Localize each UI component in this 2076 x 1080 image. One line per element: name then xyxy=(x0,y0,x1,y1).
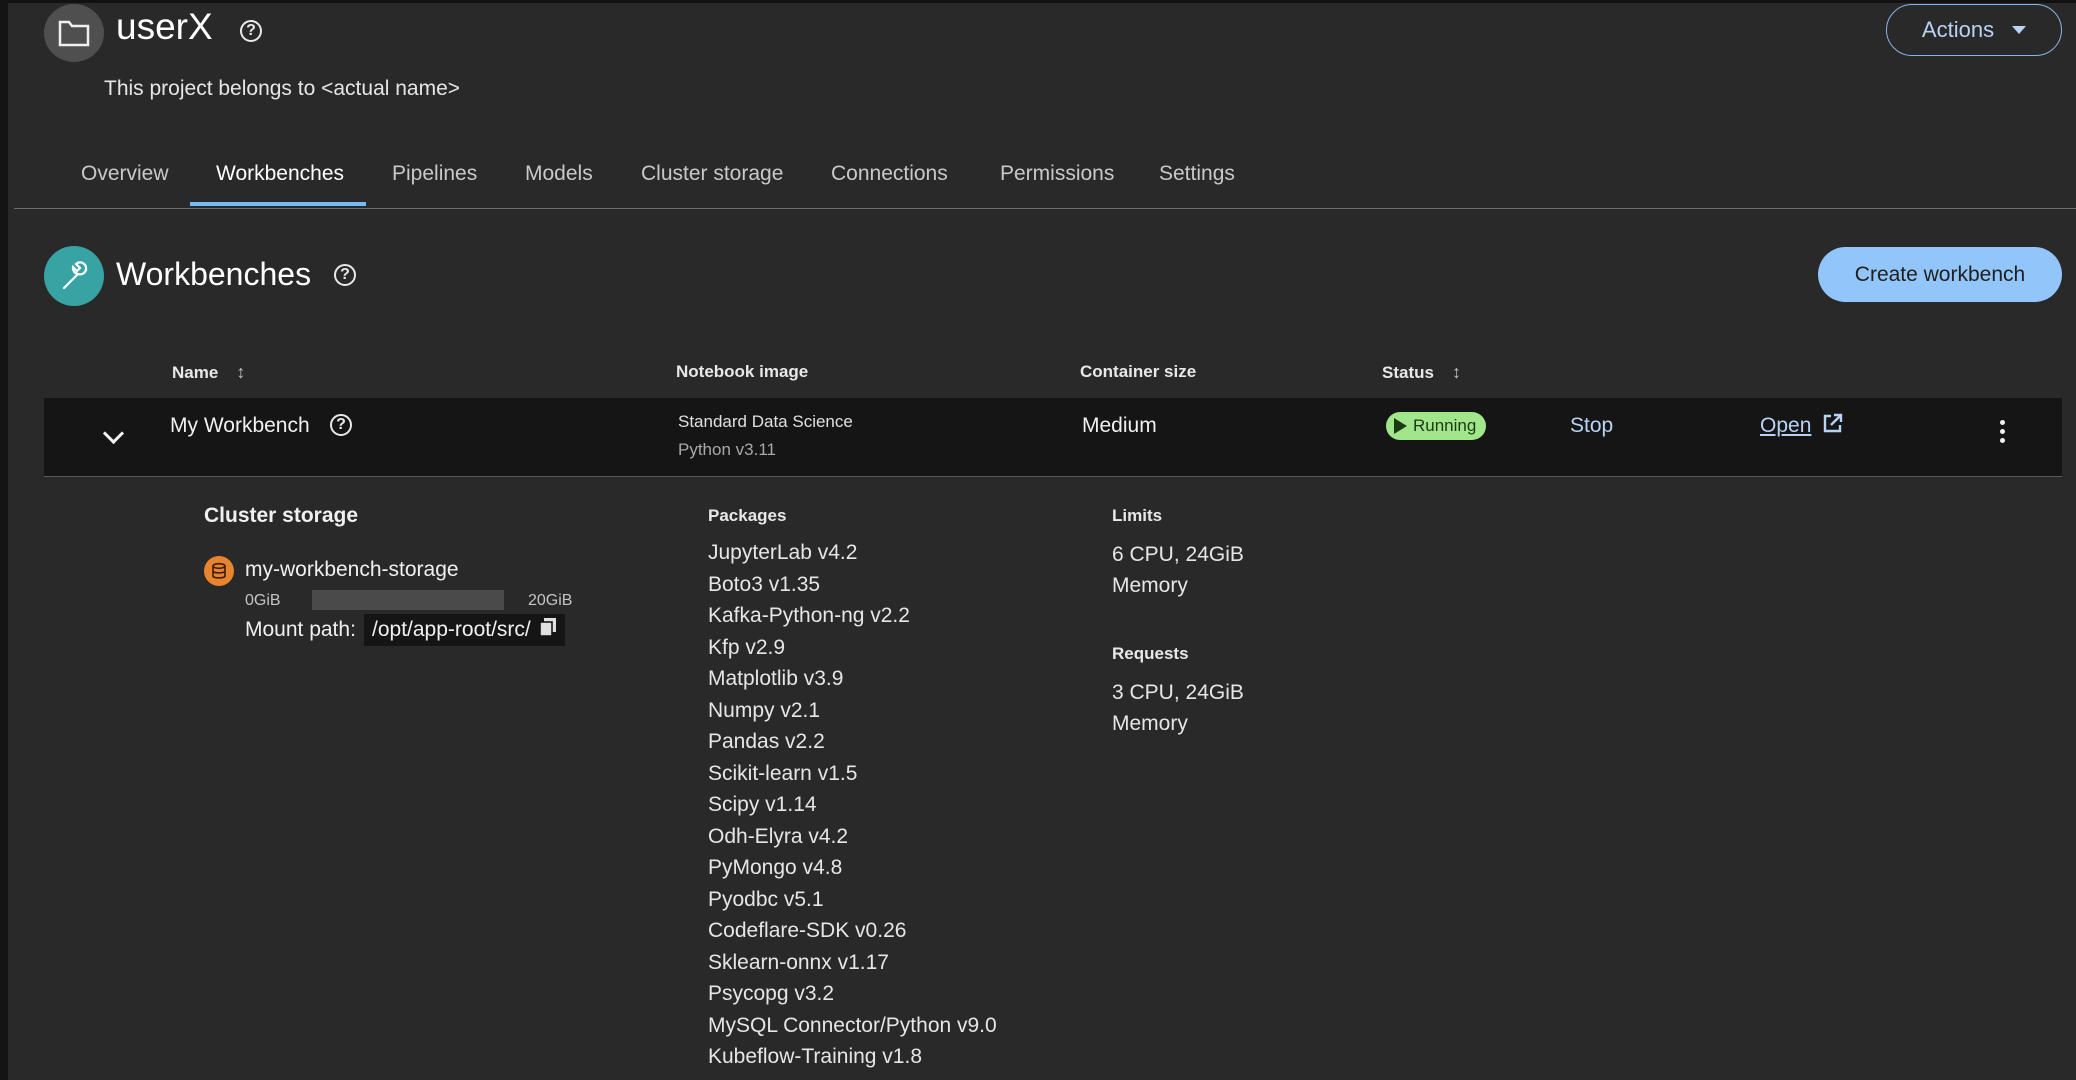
packages-heading: Packages xyxy=(708,506,787,525)
section-title: Workbenches xyxy=(116,256,312,292)
tab-overview[interactable]: Overview xyxy=(81,162,169,186)
tab-permissions[interactable]: Permissions xyxy=(1000,162,1114,186)
package-item: Numpy v2.1 xyxy=(708,698,821,722)
package-item: Kubeflow-Training v1.8 xyxy=(708,1045,922,1068)
package-item: JupyterLab v4.2 xyxy=(708,541,858,564)
notebook-image-version: Python v3.11 xyxy=(678,440,776,459)
project-page: userX ? This project belongs to <actual … xyxy=(0,0,2076,1080)
requests-line: 3 CPU, 24GiB xyxy=(1112,681,1244,704)
mount-path-label: Mount path: xyxy=(245,618,356,641)
package-item: PyMongo v4.8 xyxy=(708,856,843,879)
actions-label: Actions xyxy=(1921,17,1995,42)
tab-settings[interactable]: Settings xyxy=(1159,162,1235,186)
top-divider xyxy=(8,0,2076,3)
project-title: userX xyxy=(116,6,213,47)
tab-connections[interactable]: Connections xyxy=(831,162,948,186)
stop-button[interactable]: Stop xyxy=(1570,414,1613,438)
status-badge: Running xyxy=(1386,412,1487,440)
package-item: Odh-Elyra v4.2 xyxy=(708,824,849,848)
sort-icon[interactable]: ↕ xyxy=(236,362,245,383)
tab-cluster-storage[interactable]: Cluster storage xyxy=(641,162,783,186)
project-help-icon[interactable]: ? xyxy=(240,20,262,42)
package-item: Pandas v2.2 xyxy=(708,730,825,753)
mount-path-text: /opt/app-root/src/ xyxy=(372,618,531,641)
project-tabs: Overview Workbenches Pipelines Models Cl… xyxy=(14,148,2076,209)
create-workbench-button[interactable]: Create workbench xyxy=(1818,247,2062,302)
limits-line: Memory xyxy=(1112,574,1188,597)
package-item: Kafka-Python-ng v2.2 xyxy=(708,604,910,627)
usage-min-label: 0GiB xyxy=(245,592,281,609)
package-item: Psycopg v3.2 xyxy=(708,982,835,1005)
requests-heading: Requests xyxy=(1112,644,1189,663)
database-icon xyxy=(204,556,234,586)
column-header-name-label: Name xyxy=(172,363,219,382)
requests-line: Memory xyxy=(1112,712,1188,735)
storage-name: my-workbench-storage xyxy=(245,558,459,581)
cluster-storage-heading: Cluster storage xyxy=(204,504,359,527)
project-subtitle: This project belongs to <actual name> xyxy=(104,77,461,100)
play-icon xyxy=(1394,418,1407,434)
caret-down-icon xyxy=(2012,26,2027,34)
chevron-down-icon[interactable] xyxy=(102,422,125,445)
package-item: Scipy v1.14 xyxy=(708,793,817,816)
kebab-menu-icon[interactable] xyxy=(2000,420,2006,443)
external-link-icon[interactable] xyxy=(1822,412,1844,439)
notebook-image: Standard Data Science xyxy=(678,412,853,431)
tab-pipelines[interactable]: Pipelines xyxy=(392,162,477,186)
workbench-name: My Workbench xyxy=(170,414,310,437)
package-item: Boto3 v1.35 xyxy=(708,572,821,596)
tab-workbenches[interactable]: Workbenches xyxy=(216,162,344,186)
copy-icon[interactable] xyxy=(538,617,557,643)
table-row: My Workbench ? Standard Data Science Pyt… xyxy=(44,398,2062,477)
status-label: Running xyxy=(1413,416,1477,435)
column-header-status-label: Status xyxy=(1382,363,1434,382)
package-item: Kfp v2.9 xyxy=(708,635,786,659)
active-tab-indicator xyxy=(190,202,366,206)
actions-button[interactable]: Actions xyxy=(1886,4,2062,56)
package-item: MySQL Connector/Python v9.0 xyxy=(708,1013,997,1037)
column-header-name[interactable]: Name ↕ xyxy=(172,362,245,383)
package-item: Matplotlib v3.9 xyxy=(708,667,844,690)
limits-value: 6 CPU, 24GiB Memory xyxy=(1112,539,1244,601)
tab-models[interactable]: Models xyxy=(525,162,593,186)
mount-path-value: /opt/app-root/src/ xyxy=(364,614,565,646)
package-item: Codeflare-SDK v0.26 xyxy=(708,919,907,942)
package-item: Scikit-learn v1.5 xyxy=(708,761,858,785)
limits-line: 6 CPU, 24GiB xyxy=(1112,543,1244,566)
column-header-image: Notebook image xyxy=(676,362,809,381)
project-folder-icon xyxy=(44,4,104,62)
workbench-help-icon[interactable]: ? xyxy=(330,414,352,436)
requests-value: 3 CPU, 24GiB Memory xyxy=(1112,677,1244,739)
usage-max-label: 20GiB xyxy=(528,592,573,609)
wrench-icon xyxy=(44,246,104,306)
limits-heading: Limits xyxy=(1112,506,1163,525)
workbenches-help-icon[interactable]: ? xyxy=(334,264,356,286)
open-link[interactable]: Open xyxy=(1760,414,1811,438)
sort-icon[interactable]: ↕ xyxy=(1452,362,1461,383)
container-size: Medium xyxy=(1082,414,1157,437)
package-item: Sklearn-onnx v1.17 xyxy=(708,950,889,974)
column-header-size: Container size xyxy=(1080,362,1197,381)
column-header-status[interactable]: Status ↕ xyxy=(1382,362,1461,383)
package-item: Pyodbc v5.1 xyxy=(708,887,824,911)
storage-usage-bar xyxy=(312,590,504,610)
